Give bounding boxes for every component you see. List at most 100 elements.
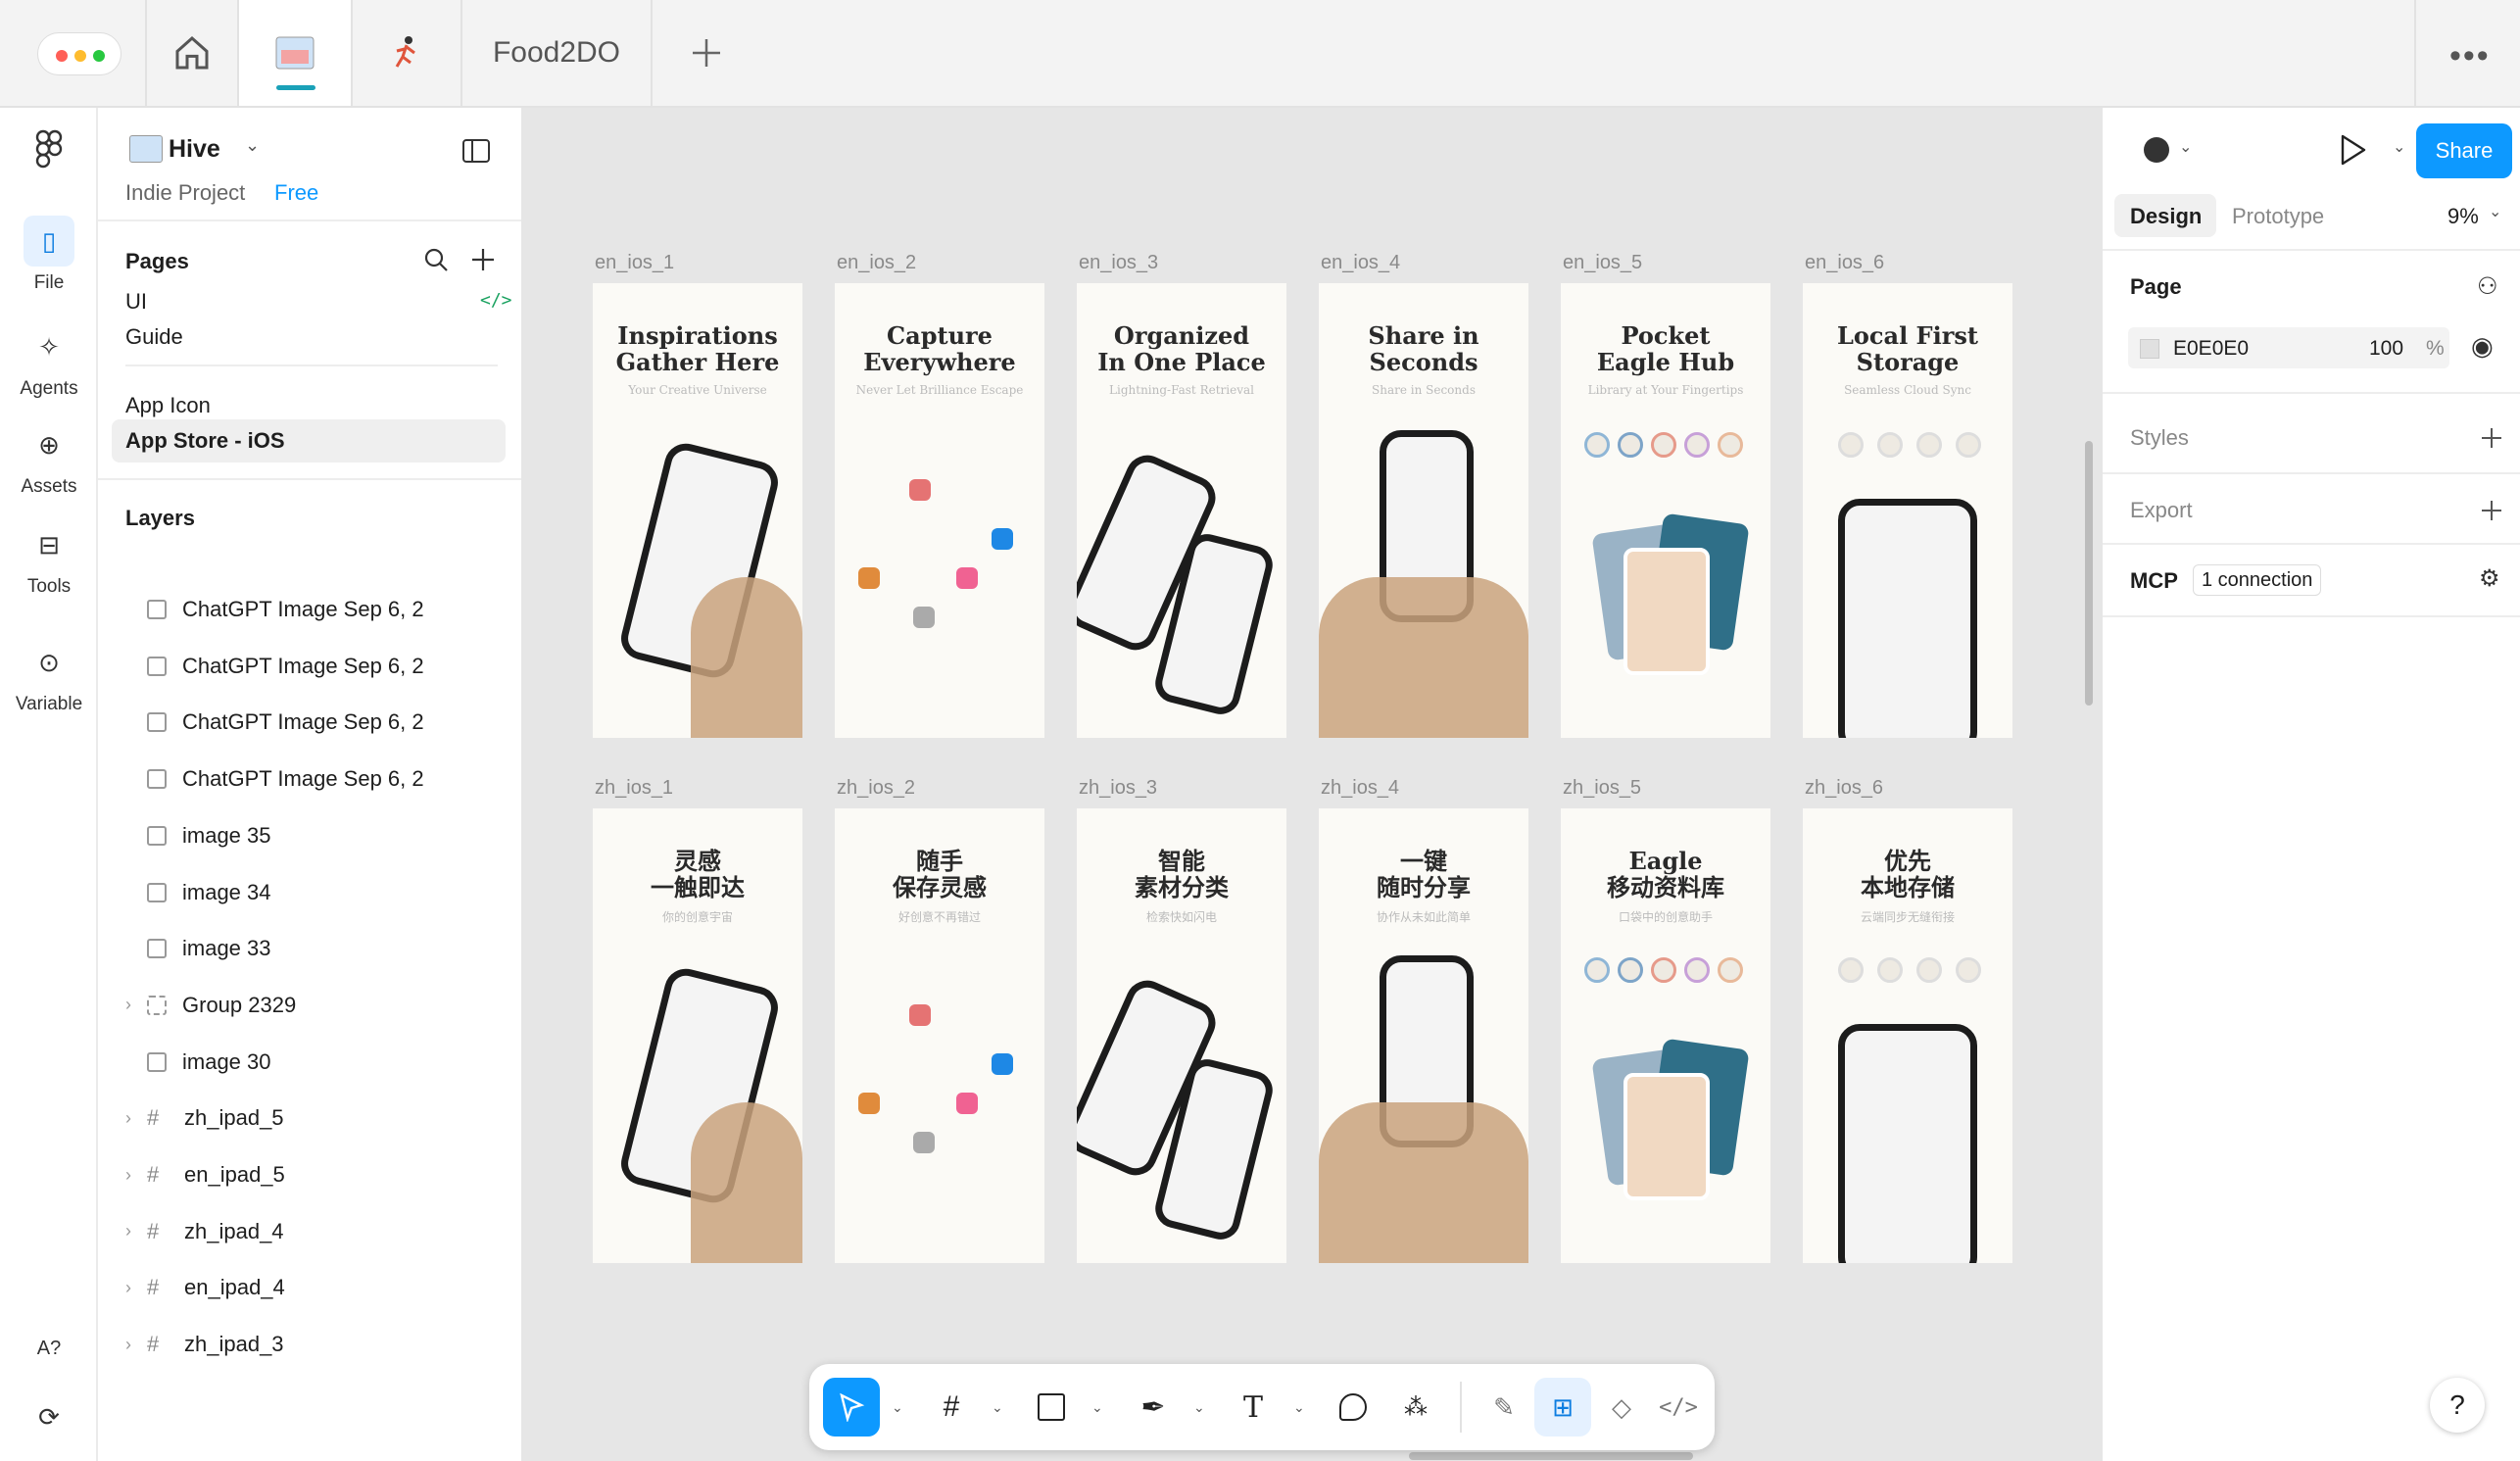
chevron-down-icon[interactable]: ⌄: [2393, 137, 2405, 157]
app-store-frame[interactable]: Share in Seconds Share in Seconds: [1319, 283, 1528, 738]
add-page-icon[interactable]: [470, 247, 496, 272]
app-store-frame[interactable]: Pocket Eagle Hub Library at Your Fingerti…: [1561, 283, 1770, 738]
frame-label[interactable]: en_ios_3: [1079, 252, 1158, 274]
translate-icon[interactable]: A?: [0, 1323, 98, 1380]
pen-tool[interactable]: ✒: [1125, 1378, 1182, 1437]
chevron-right-icon[interactable]: ›: [125, 1108, 131, 1129]
help-button[interactable]: ?: [2430, 1378, 2485, 1433]
app-store-frame[interactable]: Local First Storage Seamless Cloud Sync: [1803, 283, 2012, 738]
layer-row[interactable]: › # zh_ipad_3: [125, 1325, 517, 1364]
sidebar-toggle-icon[interactable]: [462, 139, 490, 163]
home-tab[interactable]: [145, 0, 239, 106]
chevron-right-icon[interactable]: ›: [125, 1165, 131, 1186]
layer-row[interactable]: image 35: [125, 816, 517, 855]
app-store-frame[interactable]: 一键 随时分享 协作从未如此简单: [1319, 808, 1528, 1263]
tab-hive[interactable]: [239, 0, 353, 106]
rail-variables[interactable]: ⊙ Variable: [0, 637, 98, 715]
chevron-down-icon[interactable]: ⌄: [1293, 1399, 1305, 1416]
actions-tool[interactable]: ⁂: [1387, 1378, 1444, 1437]
move-tool[interactable]: [823, 1378, 880, 1437]
frame-label[interactable]: zh_ios_2: [837, 777, 915, 800]
chevron-down-icon[interactable]: ⌄: [2489, 202, 2501, 221]
layer-row[interactable]: image 30: [125, 1043, 517, 1082]
layer-row[interactable]: ChatGPT Image Sep 6, 2: [125, 590, 517, 629]
design-mode[interactable]: ⊞: [1534, 1378, 1591, 1437]
app-store-frame[interactable]: 随手 保存灵感 好创意不再错过: [835, 808, 1044, 1263]
avatar[interactable]: [2144, 137, 2169, 163]
rail-agents[interactable]: ✧ Agents: [0, 321, 98, 400]
chevron-right-icon[interactable]: ›: [125, 1335, 131, 1355]
rail-file[interactable]: ▯ File: [0, 216, 98, 294]
app-store-frame[interactable]: 灵感 一触即达 你的创意宇宙: [593, 808, 802, 1263]
app-store-frame[interactable]: Organized In One Place Lightning-Fast Ret…: [1077, 283, 1286, 738]
app-store-frame[interactable]: Capture Everywhere Never Let Brilliance E…: [835, 283, 1044, 738]
tab-runner[interactable]: [353, 0, 462, 106]
page-fill-hex[interactable]: E0E0E0: [2173, 337, 2249, 361]
layer-row[interactable]: › # en_ipad_4: [125, 1268, 517, 1307]
chevron-right-icon[interactable]: ›: [125, 1221, 131, 1242]
mcp-connection-badge[interactable]: 1 connection: [2193, 564, 2322, 596]
color-swatch[interactable]: [2140, 339, 2159, 359]
frame-label[interactable]: zh_ios_1: [595, 777, 673, 800]
frame-label[interactable]: en_ios_5: [1563, 252, 1642, 274]
chevron-down-icon[interactable]: ⌄: [1193, 1399, 1205, 1416]
chevron-down-icon[interactable]: ⌄: [892, 1399, 903, 1416]
add-style-icon[interactable]: [2481, 427, 2502, 449]
chevron-right-icon[interactable]: ›: [125, 1278, 131, 1298]
page-settings-icon[interactable]: ⚇: [2477, 272, 2498, 301]
chevron-right-icon[interactable]: ›: [125, 995, 131, 1015]
project-name[interactable]: Hive: [169, 135, 220, 164]
draw-mode[interactable]: ✎: [1476, 1378, 1532, 1437]
layer-row[interactable]: image 34: [125, 873, 517, 912]
frame-label[interactable]: en_ios_1: [595, 252, 674, 274]
horizontal-scrollbar[interactable]: [1409, 1452, 1693, 1460]
text-tool[interactable]: T: [1225, 1378, 1282, 1437]
page-fill-opacity[interactable]: 100: [2369, 337, 2403, 361]
play-icon[interactable]: [2338, 133, 2367, 167]
dev-mode[interactable]: </>: [1650, 1378, 1707, 1437]
layer-row[interactable]: ChatGPT Image Sep 6, 2: [125, 647, 517, 686]
plan-badge[interactable]: Free: [274, 180, 318, 206]
app-store-frame[interactable]: Inspirations Gather Here Your Creative Un…: [593, 283, 802, 738]
shape-tool[interactable]: [1023, 1378, 1080, 1437]
rail-assets[interactable]: ⊕ Assets: [0, 419, 98, 498]
adjust-icon[interactable]: ⚙: [2479, 564, 2500, 593]
window-controls[interactable]: [37, 32, 121, 75]
comment-tool[interactable]: [1325, 1378, 1381, 1437]
frame-tool[interactable]: #: [923, 1378, 980, 1437]
layer-row[interactable]: image 33: [125, 929, 517, 968]
sync-icon[interactable]: ⟳: [0, 1391, 98, 1448]
more-icon[interactable]: •••: [2449, 37, 2491, 75]
dev-mode-components[interactable]: ◇: [1593, 1378, 1650, 1437]
share-button[interactable]: Share: [2416, 123, 2512, 178]
layer-row[interactable]: › # zh_ipad_4: [125, 1212, 517, 1251]
layer-row[interactable]: › # en_ipad_5: [125, 1155, 517, 1194]
frame-label[interactable]: zh_ios_4: [1321, 777, 1399, 800]
team-name[interactable]: Indie Project: [125, 180, 245, 206]
frame-label[interactable]: en_ios_2: [837, 252, 916, 274]
eye-icon[interactable]: ◉: [2471, 331, 2494, 362]
layer-row[interactable]: ChatGPT Image Sep 6, 2: [125, 703, 517, 742]
tab-prototype[interactable]: Prototype: [2232, 204, 2324, 229]
chevron-down-icon[interactable]: ⌄: [1091, 1399, 1103, 1416]
search-icon[interactable]: [423, 247, 449, 272]
layer-row[interactable]: › Group 2329: [125, 986, 517, 1025]
rail-tools[interactable]: ⊟ Tools: [0, 519, 98, 598]
frame-label[interactable]: en_ios_6: [1805, 252, 1884, 274]
page-item-guide[interactable]: Guide: [125, 316, 183, 359]
vertical-scrollbar[interactable]: [2085, 441, 2093, 706]
figma-logo-icon[interactable]: [0, 129, 98, 169]
chevron-down-icon[interactable]: ⌄: [992, 1399, 1003, 1416]
add-export-icon[interactable]: [2481, 500, 2502, 521]
frame-label[interactable]: en_ios_4: [1321, 252, 1400, 274]
new-tab-button[interactable]: [653, 0, 760, 106]
app-store-frame[interactable]: 智能 素材分类 检索快如闪电: [1077, 808, 1286, 1263]
chevron-down-icon[interactable]: ⌄: [2179, 137, 2192, 157]
layer-row[interactable]: › # zh_ipad_5: [125, 1098, 517, 1138]
frame-label[interactable]: zh_ios_3: [1079, 777, 1157, 800]
frame-label[interactable]: zh_ios_5: [1563, 777, 1641, 800]
app-store-frame[interactable]: Eagle 移动资料库 口袋中的创意助手: [1561, 808, 1770, 1263]
layer-row[interactable]: ChatGPT Image Sep 6, 2: [125, 759, 517, 799]
zoom-level[interactable]: 9%: [2447, 204, 2479, 229]
tab-food2do[interactable]: Food2DO: [462, 0, 653, 106]
